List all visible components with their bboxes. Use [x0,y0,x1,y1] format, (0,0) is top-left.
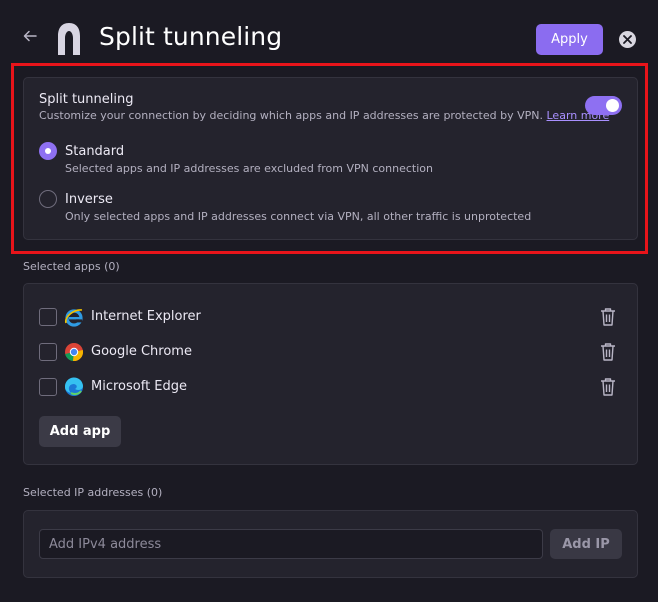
trash-icon [601,378,615,396]
delete-app-button[interactable] [599,377,617,397]
app-checkbox[interactable] [39,378,57,396]
page-title: Split tunneling [99,22,283,51]
list-item: Microsoft Edge [39,376,619,398]
list-item: Internet Explorer [39,306,619,328]
highlight-box [11,63,648,254]
close-icon [623,35,632,44]
app-checkbox[interactable] [39,308,57,326]
apply-button[interactable]: Apply [536,24,603,55]
delete-app-button[interactable] [599,307,617,327]
back-button[interactable] [22,28,42,48]
app-name: Internet Explorer [91,309,201,324]
header: Split tunneling Apply [0,0,658,70]
trash-icon [601,343,615,361]
vpn-shield-logo [56,22,82,56]
app-name: Google Chrome [91,344,192,359]
add-app-button[interactable]: Add app [39,416,121,447]
arrow-left-icon [23,30,37,42]
selected-apps-label: Selected apps (0) [23,260,120,273]
ipv4-input[interactable] [39,529,543,559]
app-name: Microsoft Edge [91,379,188,394]
close-button[interactable] [619,31,636,48]
internet-explorer-icon [64,307,84,327]
selected-ips-label: Selected IP addresses (0) [23,486,163,499]
delete-app-button[interactable] [599,342,617,362]
add-ip-button[interactable]: Add IP [550,529,622,559]
app-checkbox[interactable] [39,343,57,361]
google-chrome-icon [64,342,84,362]
microsoft-edge-icon [64,377,84,397]
list-item: Google Chrome [39,341,619,363]
trash-icon [601,308,615,326]
